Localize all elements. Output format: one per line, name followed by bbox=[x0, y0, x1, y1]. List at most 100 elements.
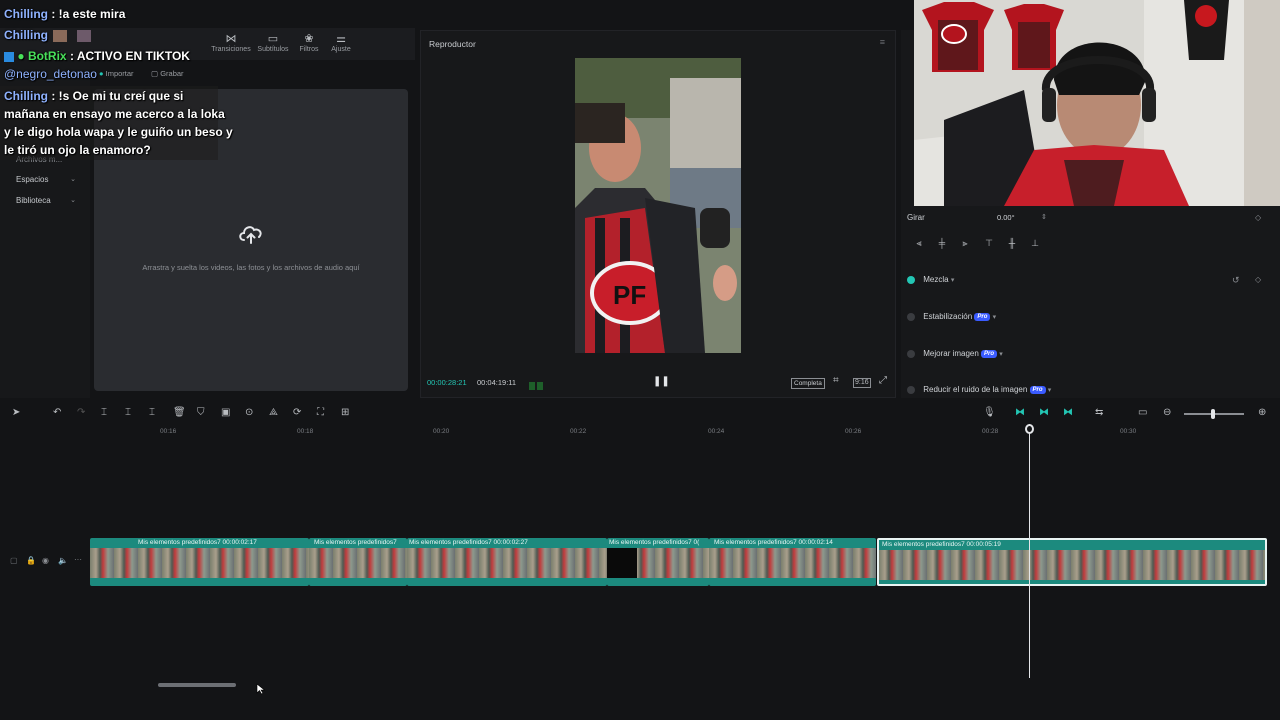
keyframe-icon[interactable]: ◇ bbox=[1255, 211, 1261, 225]
video-editor-app: ⋈ Transiciones ▭ Subtítulos ❀ Filtros ⚌ … bbox=[0, 0, 1280, 720]
rotate-icon[interactable]: ⟳ bbox=[293, 407, 301, 418]
more-icon[interactable]: ··· bbox=[74, 555, 82, 564]
speaker-icon[interactable]: 🔈 bbox=[58, 556, 68, 565]
trim-end-icon[interactable]: ⌶ bbox=[149, 407, 155, 418]
bot-badge-icon bbox=[4, 51, 14, 62]
link-icon[interactable]: ⧓ bbox=[1039, 407, 1049, 418]
freeze-icon[interactable]: ▣ bbox=[221, 407, 230, 418]
lock-icon[interactable]: 🔒 bbox=[26, 556, 36, 565]
blend-row[interactable]: Mezcla ▾ ↺ ◇ bbox=[907, 273, 1267, 287]
video-preview[interactable]: PF bbox=[575, 58, 741, 353]
enhance-row[interactable]: Mejorar imagen Pro ▾ bbox=[907, 347, 1003, 361]
clip-thumbnails bbox=[90, 548, 309, 578]
keyframe-icon[interactable]: ◇ bbox=[1255, 273, 1261, 287]
chat-message-continuation: le tiró un ojo la enamoro? bbox=[4, 143, 151, 157]
tab-subtitles[interactable]: ▭ Subtítulos bbox=[253, 32, 293, 53]
rotate-stepper-icon[interactable]: ⇕ bbox=[1041, 211, 1047, 225]
split-icon[interactable]: ⌶ bbox=[101, 407, 107, 418]
ruler-tick: 00:28 bbox=[982, 428, 999, 435]
ruler-tick: 00:18 bbox=[297, 428, 314, 435]
mirror-icon[interactable]: ⟁ bbox=[269, 407, 278, 418]
chat-message: Chilling : !a este mira bbox=[4, 7, 126, 21]
zoom-slider-handle[interactable] bbox=[1211, 409, 1215, 419]
undo-icon[interactable]: ↶ bbox=[53, 407, 61, 418]
ruler-tick: 00:20 bbox=[433, 428, 450, 435]
quality-select[interactable]: Completa bbox=[791, 378, 825, 389]
webcam-overlay bbox=[914, 0, 1280, 206]
magnet-icon[interactable]: ⧓ bbox=[1015, 407, 1025, 418]
pro-badge: Pro bbox=[974, 312, 991, 321]
pause-button[interactable]: ❚❚ bbox=[653, 376, 670, 387]
pro-badge: Pro bbox=[981, 349, 998, 358]
chat-mention: @negro_detonao bbox=[4, 67, 97, 81]
current-time: 00:00:28:21 bbox=[427, 378, 467, 387]
timeline-clip[interactable]: Mis elementos predefinidos7 00:00:02:14 bbox=[709, 538, 876, 586]
tab-adjust[interactable]: ⚌ Ajuste bbox=[321, 32, 361, 53]
chat-message-continuation: mañana en ensayo me acerco a la loka bbox=[4, 107, 225, 121]
denoise-toggle[interactable] bbox=[907, 385, 915, 394]
stabilization-toggle[interactable] bbox=[907, 312, 915, 321]
chat-message: ● BotRix : ACTIVO EN TIKTOK bbox=[4, 47, 190, 65]
chevron-down-icon: ▾ bbox=[1047, 387, 1052, 394]
align-right-icon[interactable]: ⫸ bbox=[955, 238, 975, 252]
clip-thumbnails bbox=[407, 548, 607, 578]
timeline-clip[interactable]: Mis elementos predefinidos7 00:00:02:17 bbox=[90, 538, 309, 586]
chevron-down-icon: ⌄ bbox=[70, 197, 76, 204]
align-bottom-icon[interactable]: ⊥ bbox=[1025, 238, 1045, 252]
timeline-clip-selected[interactable]: Mis elementos predefinidos7 00:00:05:19 bbox=[877, 538, 1267, 586]
sidebar-item-spaces[interactable]: Espacios ⌄ bbox=[10, 173, 82, 187]
ruler-tick: 00:26 bbox=[845, 428, 862, 435]
trim-start-icon[interactable]: ⌶ bbox=[125, 407, 131, 418]
timeline-clip[interactable]: Mis elementos predefinidos7 bbox=[309, 538, 407, 586]
enhance-toggle[interactable] bbox=[907, 349, 915, 358]
zoom-slider[interactable] bbox=[1184, 409, 1244, 419]
stabilization-row[interactable]: Estabilización Pro ▾ bbox=[907, 310, 996, 324]
align-center-h-icon[interactable]: ╪ bbox=[932, 238, 952, 252]
fullscreen-icon[interactable]: ⤢ bbox=[879, 375, 887, 386]
preview-axis-icon[interactable]: ⧓ bbox=[1063, 407, 1073, 418]
clip-thumbnails bbox=[309, 548, 407, 578]
webcam-image bbox=[914, 0, 1280, 206]
timeline-ruler[interactable]: 00:16 00:18 00:20 00:22 00:24 00:26 00:2… bbox=[90, 424, 1280, 438]
menu-icon[interactable]: ≡ bbox=[880, 37, 885, 47]
zoom-out-icon[interactable]: ⊖ bbox=[1163, 407, 1171, 418]
play-reverse-icon[interactable]: ⊙ bbox=[245, 407, 253, 418]
chat-message: Chilling bbox=[4, 26, 91, 44]
timeline-clip[interactable]: Mis elementos predefinidos7 0( bbox=[607, 538, 709, 586]
playhead-handle[interactable] bbox=[1025, 424, 1034, 434]
timeline-clip[interactable]: Mis elementos predefinidos7 00:00:02:27 bbox=[407, 538, 607, 586]
delete-icon[interactable]: 🗑 bbox=[173, 407, 186, 418]
rotate-input[interactable]: 0.00° bbox=[997, 211, 1047, 225]
denoise-row[interactable]: Reducir el ruido de la imagen Pro ▾ bbox=[907, 383, 1051, 397]
stream-chat-overlay: Chilling : !a este mira Chilling ● BotRi… bbox=[0, 0, 233, 160]
aspect-ratio-button[interactable]: 9:16 bbox=[853, 378, 871, 388]
marker-icon[interactable]: ⛉ bbox=[197, 407, 205, 418]
black-frame bbox=[607, 548, 637, 578]
timeline-scrollbar[interactable] bbox=[158, 683, 236, 687]
microphone-icon[interactable]: 🎙 bbox=[983, 407, 996, 418]
redo-icon[interactable]: ↷ bbox=[77, 407, 85, 418]
chat-message-continuation: y le digo hola wapa y le guiño un beso y bbox=[4, 125, 233, 139]
align-center-v-icon[interactable]: ╫ bbox=[1002, 238, 1022, 252]
split-view-icon[interactable]: ⇆ bbox=[1095, 407, 1103, 418]
crop-icon[interactable]: ⛶ bbox=[317, 407, 324, 418]
align-left-icon[interactable]: ⫷ bbox=[909, 238, 929, 252]
subtitles-icon: ▭ bbox=[267, 33, 279, 45]
reset-icon[interactable]: ↺ bbox=[1232, 273, 1240, 287]
align-top-icon[interactable]: ⊤ bbox=[979, 238, 999, 252]
blend-toggle[interactable] bbox=[907, 275, 915, 284]
sidebar-item-library[interactable]: Biblioteca ⌄ bbox=[10, 194, 82, 208]
svg-text:PF: PF bbox=[613, 280, 646, 310]
select-tool-icon[interactable]: ➤ bbox=[12, 407, 20, 418]
auto-reframe-icon[interactable]: ⊞ bbox=[341, 407, 349, 418]
playhead[interactable] bbox=[1029, 424, 1030, 678]
zoom-in-icon[interactable]: ⊕ bbox=[1258, 407, 1266, 418]
check-icon: ● bbox=[17, 49, 25, 63]
snapshot-icon[interactable]: ⌗ bbox=[833, 375, 839, 386]
eye-icon[interactable]: ◉ bbox=[42, 556, 49, 565]
mouse-cursor-icon bbox=[256, 683, 266, 695]
ruler-tick: 00:16 bbox=[160, 428, 177, 435]
adjust-icon: ⚌ bbox=[336, 33, 346, 45]
chevron-down-icon: ▾ bbox=[950, 277, 955, 284]
zoom-fit-icon[interactable]: ▭ bbox=[1138, 407, 1147, 418]
